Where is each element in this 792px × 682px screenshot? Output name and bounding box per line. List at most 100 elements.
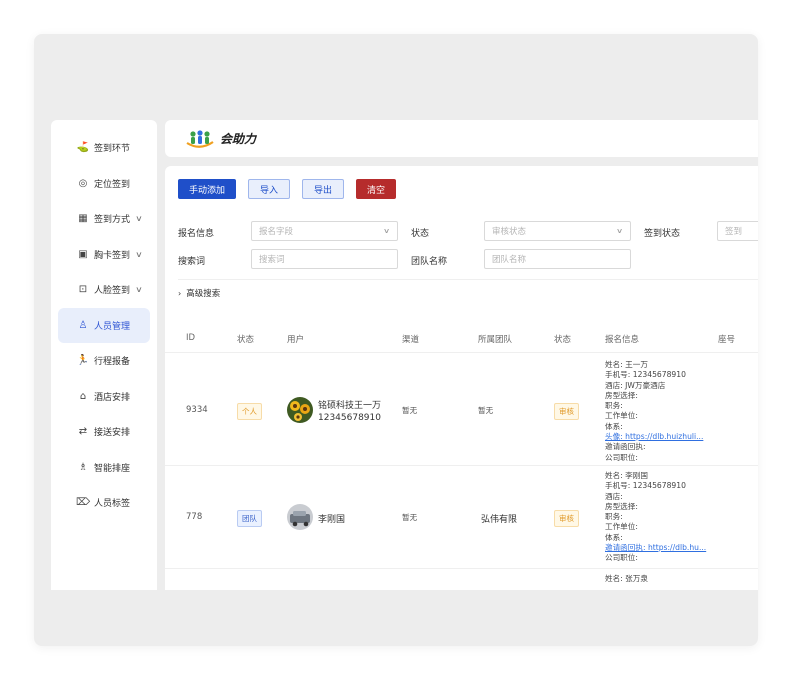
review-tag[interactable]: 审核 <box>554 403 579 420</box>
filter-form: 报名信息 报名字段 ∨ 状态 审核状态 ∨ 签到状态 签到 搜索词 搜索词 团队… <box>178 221 758 277</box>
sidebar-item-label: 胸卡签到 <box>94 250 131 261</box>
signup-info: 姓名: 张万泉 <box>605 574 648 584</box>
info-line: 体系: <box>605 532 623 542</box>
manual-add-button[interactable]: 手动添加 <box>178 179 237 199</box>
column-header-signup-info[interactable]: 报名信息 <box>605 333 639 345</box>
sidebar-item-label: 签到环节 <box>94 144 131 155</box>
keyword-input[interactable]: 搜索词 <box>251 249 398 269</box>
logo[interactable]: 会助力 <box>185 129 256 149</box>
sidebar: ⛳ 签到环节 ◎ 定位签到 ▦ 签到方式 ∨ ▣ 胸卡签到 ∨ ⊡ 人脸签到 ∨ ♙ 人员管理 🏃 行程报备 ⌂ 酒… <box>51 120 157 590</box>
info-line: 工作单位: <box>605 522 638 532</box>
signup-info: 姓名: 李刚国 手机号: 12345678910 酒店: 房型选择: 职务: 工… <box>605 471 706 564</box>
export-button[interactable]: 导出 <box>302 179 345 199</box>
info-line: 职务: <box>605 401 623 411</box>
table-row[interactable]: 9334 个人 铭硕科技王一万 12345678910 暂无 暂无 审核 姓名:… <box>165 353 758 466</box>
user-name: 铭硕科技王一万 <box>318 401 382 411</box>
qrcode-icon: ▦ <box>78 213 88 225</box>
team-value: 暂无 <box>478 406 494 415</box>
hotel-icon: ⌂ <box>79 390 87 402</box>
user-name: 李刚国 <box>318 515 346 525</box>
info-line: 房型选择: <box>605 390 638 400</box>
sidebar-item[interactable]: ⌦ 人员标签 <box>58 485 150 521</box>
keyword-placeholder: 搜索词 <box>259 255 285 265</box>
column-header-type[interactable]: 状态 <box>237 333 254 345</box>
checkin-status-label: 签到状态 <box>644 229 681 239</box>
sidebar-item-label: 酒店安排 <box>94 392 131 403</box>
column-header-channel[interactable]: 渠道 <box>402 333 419 345</box>
avatar-link[interactable]: 头像: https://dlb.huizhuli... <box>605 432 703 442</box>
walk-icon: 🏃 <box>76 355 90 367</box>
table-row[interactable]: 778 团队 李刚国 暂无 弘伟有限 审核 姓名: 李刚国 手机号: 12345… <box>165 466 758 569</box>
clear-button[interactable]: 清空 <box>356 179 397 199</box>
info-line: 姓名: 李刚国 <box>605 471 648 480</box>
review-tag[interactable]: 审核 <box>554 510 579 527</box>
status-label: 状态 <box>411 229 430 239</box>
chevron-down-icon: ∨ <box>382 227 391 235</box>
sidebar-item[interactable]: ♗ 智能排座 <box>58 450 150 486</box>
sidebar-item[interactable]: ⇄ 接送安排 <box>58 414 150 450</box>
sidebar-item[interactable]: ◎ 定位签到 <box>58 166 150 202</box>
chevron-down-icon[interactable]: ∨ <box>135 214 143 223</box>
divider <box>178 279 758 280</box>
tag-icon: ⌦ <box>75 497 91 509</box>
type-tag: 个人 <box>237 403 262 420</box>
sidebar-item[interactable]: ⛳ 签到环节 <box>58 130 150 166</box>
channel-value: 暂无 <box>402 406 418 415</box>
sidebar-item-label: 人脸签到 <box>94 286 131 297</box>
advanced-search-toggle[interactable]: › 高级搜索 <box>178 287 221 300</box>
signup-field-select[interactable]: 报名字段 ∨ <box>251 221 398 241</box>
info-line: 姓名: 张万泉 <box>605 574 648 583</box>
column-header-status[interactable]: 状态 <box>554 333 571 345</box>
sidebar-item[interactable]: ⌂ 酒店安排 <box>58 379 150 415</box>
signup-field-placeholder: 报名字段 <box>259 227 294 237</box>
sunflower-avatar-icon <box>287 397 313 423</box>
import-button[interactable]: 导入 <box>248 179 291 199</box>
sidebar-item[interactable]: ♙ 人员管理 <box>58 307 150 343</box>
invitation-link[interactable]: 邀请函回执: https://dlb.hu... <box>605 543 706 553</box>
column-header-id[interactable]: ID <box>186 333 195 343</box>
flag-icon: ⛳ <box>76 142 90 154</box>
table-header: ID 状态 用户 渠道 所属团队 状态 报名信息 座号 <box>165 321 758 353</box>
column-header-team[interactable]: 所属团队 <box>478 333 512 345</box>
info-line: 工作单位: <box>605 411 638 421</box>
table-row[interactable]: 姓名: 张万泉 <box>165 569 758 590</box>
team-value: 弘伟有限 <box>481 515 518 525</box>
row-id: 9334 <box>186 405 208 415</box>
chevron-right-icon: › <box>178 288 182 298</box>
app-frame: ⛳ 签到环节 ◎ 定位签到 ▦ 签到方式 ∨ ▣ 胸卡签到 ∨ ⊡ 人脸签到 ∨ ♙ 人员管理 🏃 行程报备 ⌂ 酒… <box>34 34 758 646</box>
info-line: 酒店: JW万豪酒店 <box>605 380 666 390</box>
checkin-status-select[interactable]: 签到 <box>717 221 758 241</box>
column-header-user[interactable]: 用户 <box>287 333 304 345</box>
sidebar-item-label: 签到方式 <box>94 215 131 226</box>
user-phone: 12345678910 <box>318 413 381 423</box>
row-id: 778 <box>186 512 203 522</box>
sidebar-item-label: 接送安排 <box>94 428 131 439</box>
info-line: 酒店: <box>605 491 623 501</box>
checkin-status-placeholder: 签到 <box>725 227 743 237</box>
sidebar-item[interactable]: 🏃 行程报备 <box>58 343 150 379</box>
advanced-search-label: 高级搜索 <box>186 289 221 299</box>
chevron-down-icon[interactable]: ∨ <box>135 250 143 259</box>
sidebar-item[interactable]: ▦ 签到方式 ∨ <box>58 201 150 237</box>
badge-icon: ▣ <box>78 248 88 260</box>
team-name-input[interactable]: 团队名称 <box>484 249 631 269</box>
type-tag: 团队 <box>237 510 262 527</box>
sidebar-item[interactable]: ⊡ 人脸签到 ∨ <box>58 272 150 308</box>
signup-info: 姓名: 王一万 手机号: 12345678910 酒店: JW万豪酒店 房型选择… <box>605 360 703 463</box>
team-name-placeholder: 团队名称 <box>492 255 527 265</box>
column-header-seat[interactable]: 座号 <box>718 333 735 345</box>
target-icon: ◎ <box>78 177 88 189</box>
chevron-down-icon[interactable]: ∨ <box>135 285 143 294</box>
sidebar-item[interactable]: ▣ 胸卡签到 ∨ <box>58 237 150 273</box>
info-line: 体系: <box>605 421 623 431</box>
avatar <box>287 397 313 423</box>
top-header: 会助力 <box>165 120 758 157</box>
vehicle-avatar-icon <box>287 504 313 530</box>
avatar <box>287 504 313 530</box>
review-status-select[interactable]: 审核状态 ∨ <box>484 221 631 241</box>
sidebar-item-label: 行程报备 <box>94 357 131 368</box>
info-line: 职务: <box>605 512 623 522</box>
main-panel: 手动添加 导入 导出 清空 报名信息 报名字段 ∨ 状态 审核状态 ∨ 签到状态… <box>165 166 758 590</box>
sidebar-item-label: 定位签到 <box>94 179 131 190</box>
user-icon: ♙ <box>78 319 88 331</box>
